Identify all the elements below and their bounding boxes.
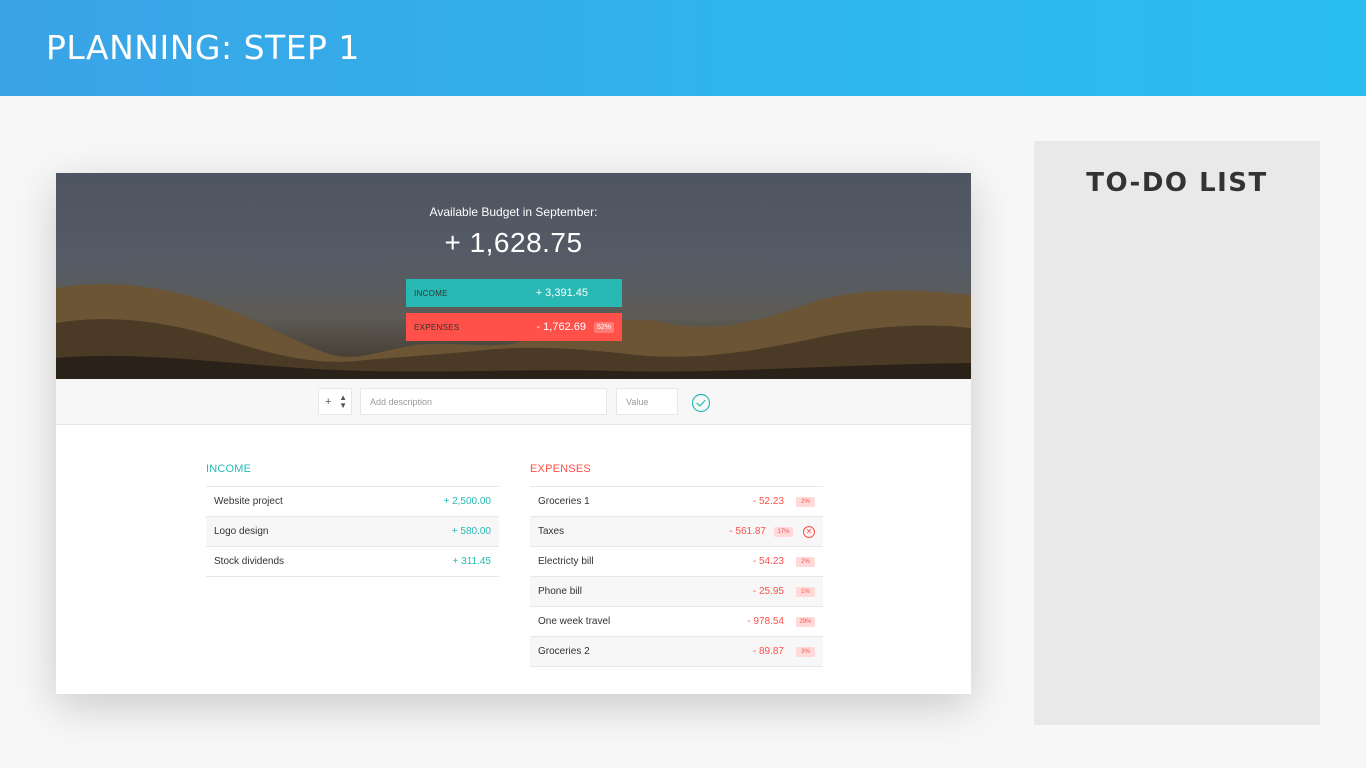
income-description: Website project — [214, 496, 283, 507]
income-value: + 2,500.00 — [443, 496, 491, 507]
expenses-summary-percentage: 52% — [593, 321, 614, 333]
expenses-list-title: EXPENSES — [530, 463, 591, 475]
expense-value: - 54.23 — [752, 556, 784, 567]
income-list-title: INCOME — [206, 463, 252, 475]
add-item-bar: + ▲ ▼ — [56, 379, 971, 425]
income-value: + 580.00 — [451, 526, 491, 537]
expense-description: Electricty bill — [538, 556, 594, 567]
budget-label: Available Budget in September: — [429, 205, 598, 219]
close-circle-icon[interactable]: ✕ — [803, 525, 815, 538]
expense-value: - 25.95 — [752, 586, 784, 597]
expenses-summary-label: EXPENSES — [414, 322, 460, 332]
expense-percentage: 29% — [796, 616, 815, 627]
income-row[interactable]: Website project + 2,500.00 — [206, 487, 499, 517]
slide-header: PLANNING: STEP 1 — [0, 0, 1366, 96]
expense-description: Phone bill — [538, 586, 582, 597]
expenses-summary: EXPENSES - 1,762.69 52% — [406, 313, 622, 341]
expense-percentage: 2% — [796, 496, 815, 507]
expense-value: - 978.54 — [747, 616, 784, 627]
expense-row[interactable]: Groceries 2 - 89.87 3% — [530, 637, 823, 667]
income-row[interactable]: Logo design + 580.00 — [206, 517, 499, 547]
income-list: Website project + 2,500.00 Logo design +… — [206, 486, 499, 577]
expense-description: Taxes — [538, 526, 565, 537]
expense-value: - 89.87 — [752, 646, 784, 657]
budget-app-screenshot: Available Budget in September: + 1,628.7… — [56, 173, 971, 694]
expense-percentage: 2% — [796, 556, 815, 567]
income-summary-label: INCOME — [414, 288, 448, 298]
type-select-value: + — [325, 395, 332, 408]
expenses-list: Groceries 1 - 52.23 2% Taxes - 561.87 17… — [530, 486, 823, 667]
budget-hero: Available Budget in September: + 1,628.7… — [56, 173, 971, 379]
expenses-summary-value: - 1,762.69 — [536, 321, 586, 333]
value-input[interactable] — [616, 388, 678, 415]
expense-percentage: 1% — [796, 586, 815, 597]
expense-percentage: 17% — [774, 526, 793, 537]
expense-value: - 561.87 — [729, 526, 766, 537]
expense-row[interactable]: Taxes - 561.87 17% ✕ — [530, 517, 823, 547]
expense-percentage: 3% — [796, 646, 815, 657]
check-circle-icon[interactable] — [691, 393, 711, 413]
income-summary-value: + 3,391.45 — [535, 287, 588, 299]
hills-background — [56, 284, 971, 379]
income-summary: INCOME + 3,391.45 — [406, 279, 622, 307]
expense-description: One week travel — [538, 616, 611, 627]
budget-value: + 1,628.75 — [444, 227, 583, 258]
expense-row[interactable]: One week travel - 978.54 29% — [530, 607, 823, 637]
type-select[interactable]: + ▲ ▼ — [318, 388, 352, 415]
income-description: Logo design — [214, 526, 269, 537]
expense-row[interactable]: Phone bill - 25.95 1% — [530, 577, 823, 607]
income-value: + 311.45 — [452, 556, 491, 567]
expense-description: Groceries 1 — [538, 496, 590, 507]
income-description: Stock dividends — [214, 556, 285, 567]
expense-row[interactable]: Electricty bill - 54.23 2% — [530, 547, 823, 577]
expense-description: Groceries 2 — [538, 646, 590, 657]
description-input[interactable] — [360, 388, 607, 415]
up-down-arrows-icon: ▲ ▼ — [339, 392, 347, 410]
todo-title: TO-DO LIST — [1086, 168, 1268, 198]
income-row[interactable]: Stock dividends + 311.45 — [206, 547, 499, 577]
todo-panel: TO-DO LIST — [1034, 141, 1320, 725]
expense-value: - 52.23 — [752, 496, 784, 507]
slide-title: PLANNING: STEP 1 — [46, 28, 360, 67]
expense-row[interactable]: Groceries 1 - 52.23 2% — [530, 487, 823, 517]
